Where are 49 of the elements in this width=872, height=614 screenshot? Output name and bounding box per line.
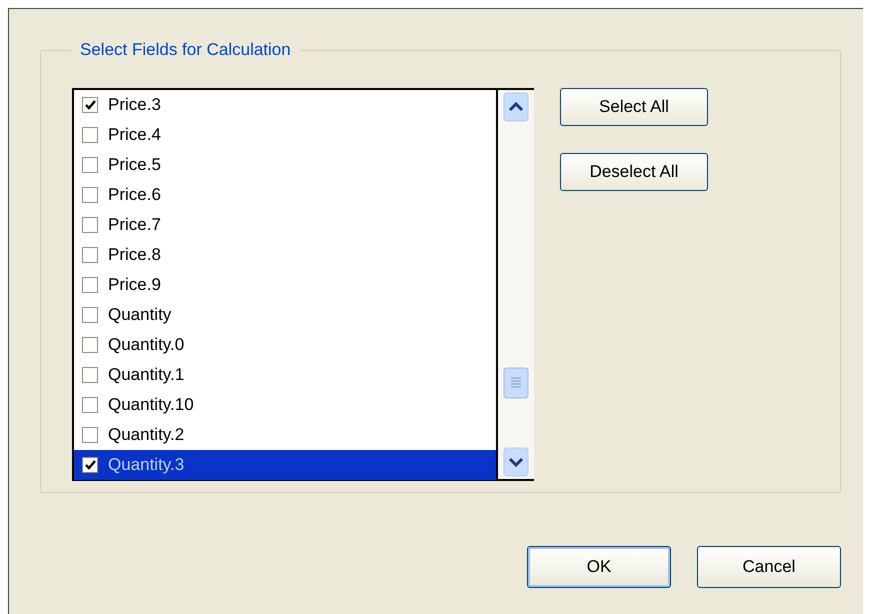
checkmark-icon xyxy=(84,100,96,110)
checkbox[interactable] xyxy=(82,367,98,383)
item-label: Quantity.10 xyxy=(108,395,194,415)
item-label: Quantity.0 xyxy=(108,335,184,355)
checkbox[interactable] xyxy=(82,127,98,143)
scroll-thumb-icon[interactable] xyxy=(503,367,529,399)
checkbox[interactable] xyxy=(82,397,98,413)
item-label: Quantity xyxy=(108,305,172,325)
checkbox[interactable] xyxy=(82,277,98,293)
checkbox[interactable] xyxy=(82,427,98,443)
checkbox[interactable] xyxy=(82,217,98,233)
list-action-button[interactable]: Select All xyxy=(560,88,708,126)
list-item[interactable]: Price.7 xyxy=(74,210,496,240)
list-item[interactable]: Price.8 xyxy=(74,240,496,270)
item-label: Quantity.1 xyxy=(108,365,184,385)
list-item[interactable]: Quantity.2 xyxy=(74,420,496,450)
checkbox[interactable] xyxy=(82,457,98,473)
list-item[interactable]: Quantity.1 xyxy=(74,360,496,390)
item-label: Quantity.2 xyxy=(108,425,184,445)
scroll-up-icon[interactable] xyxy=(503,92,529,122)
list-item[interactable]: Quantity xyxy=(74,300,496,330)
checkmark-icon xyxy=(84,460,96,470)
item-label: Price.9 xyxy=(108,275,161,295)
scroll-down-icon[interactable] xyxy=(503,447,529,477)
item-label: Price.3 xyxy=(108,95,161,115)
list-item[interactable]: Price.5 xyxy=(74,150,496,180)
list-action-button[interactable]: Deselect All xyxy=(560,153,708,191)
checkbox[interactable] xyxy=(82,157,98,173)
dialog-button[interactable]: Cancel xyxy=(697,546,841,588)
item-label: Quantity.3 xyxy=(108,455,184,475)
checkbox[interactable] xyxy=(82,97,98,113)
list-item[interactable]: Price.3 xyxy=(74,90,496,120)
checkbox[interactable] xyxy=(82,307,98,323)
list-item[interactable]: Price.9 xyxy=(74,270,496,300)
list-item[interactable]: Quantity.10 xyxy=(74,390,496,420)
list-item[interactable]: Price.6 xyxy=(74,180,496,210)
checkbox[interactable] xyxy=(82,187,98,203)
item-label: Price.4 xyxy=(108,125,161,145)
checkbox[interactable] xyxy=(82,337,98,353)
dialog-button[interactable]: OK xyxy=(527,546,671,588)
checkbox[interactable] xyxy=(82,247,98,263)
item-label: Price.8 xyxy=(108,245,161,265)
list-item[interactable]: Quantity.0 xyxy=(74,330,496,360)
list-item[interactable]: Price.4 xyxy=(74,120,496,150)
item-label: Price.7 xyxy=(108,215,161,235)
item-label: Price.5 xyxy=(108,155,161,175)
list-item[interactable]: Quantity.3 xyxy=(74,450,496,480)
item-label: Price.6 xyxy=(108,185,161,205)
scrollbar[interactable] xyxy=(498,90,534,479)
